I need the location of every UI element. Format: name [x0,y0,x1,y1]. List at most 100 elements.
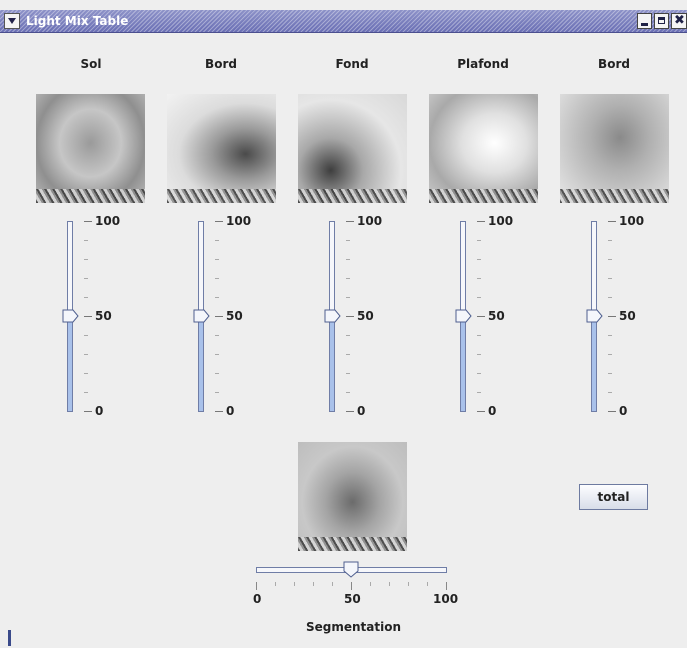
slider-thumb[interactable] [455,309,472,323]
segmentation-tick [313,582,314,586]
slider-tick [215,278,219,279]
segmentation-slider[interactable]: 0 50 100 [252,560,458,610]
slider-track-fill [592,317,596,411]
channel-image-bord [167,94,276,203]
slider-tick [608,259,612,260]
slider-label-mid: 50 [95,309,112,323]
channel-slider-bord[interactable]: 100 50 0 [193,214,288,422]
slider-tick [608,354,612,355]
slider-track-fill [68,317,72,411]
slider-label-min: 0 [95,404,104,418]
slider-tick [477,259,481,260]
segmentation-image [298,442,407,551]
slider-tick [215,411,223,412]
slider-tick [346,335,350,336]
slider-tick [215,335,219,336]
slider-tick [477,297,481,298]
slider-tick [608,411,616,412]
segmentation-label: Segmentation [305,620,402,634]
slider-tick [608,335,612,336]
slider-track-fill [461,317,465,411]
slider-tick [215,259,219,260]
channel-image-sol [36,94,145,203]
slider-tick [477,335,481,336]
slider-label-max: 100 [357,214,383,228]
channel-slider-bord-2[interactable]: 100 50 0 [586,215,681,422]
channel-slider-plafond[interactable]: 100 50 0 [455,214,550,422]
chevron-down-icon[interactable] [4,13,20,29]
slider-label-mid: 50 [226,309,243,323]
slider-tick [477,221,485,222]
slider-label-min: 0 [488,404,497,418]
slider-tick [215,392,219,393]
close-icon[interactable] [671,13,687,29]
slider-tick [346,354,350,355]
segmentation-tick [427,582,428,586]
slider-tick [84,373,88,374]
segmentation-tick [275,582,276,586]
slider-tick [477,354,481,355]
segmentation-tick [370,582,371,586]
slider-tick [346,240,350,241]
window-title: Light Mix Table [26,14,129,28]
slider-tick [608,392,612,393]
segmentation-tick [332,582,333,586]
slider-tick [346,411,354,412]
slider-tick [477,278,481,279]
slider-tick [215,221,223,222]
segmentation-tick [256,582,257,590]
slider-tick [346,278,350,279]
slider-tick [84,316,92,317]
segmentation-tick [294,582,295,586]
slider-thumb[interactable] [193,309,210,323]
slider-track-fill [330,317,334,411]
channel-slider-sol[interactable]: 100 50 0 [62,214,157,422]
slider-label-mid: 50 [619,309,636,323]
segmentation-tick [389,582,390,586]
segmentation-thumb[interactable] [343,561,359,578]
channel-image-plafond [429,94,538,203]
slider-label-min: 0 [619,404,628,418]
title-bar[interactable]: Light Mix Table [0,10,687,33]
segmentation-tick-label-0: 0 [253,592,262,606]
channel-label-fond: Fond [335,57,369,71]
slider-label-max: 100 [488,214,514,228]
slider-track-fill [199,317,203,411]
slider-tick [608,278,612,279]
slider-tick [215,354,219,355]
slider-tick [477,316,485,317]
slider-tick [477,373,481,374]
slider-tick [84,392,88,393]
slider-tick [84,259,88,260]
slider-tick [215,373,219,374]
channel-label-plafond: Plafond [457,57,509,71]
slider-tick [608,316,616,317]
slider-label-max: 100 [226,214,252,228]
segmentation-tick-label-100: 100 [433,592,459,606]
slider-tick [346,392,350,393]
slider-tick [346,221,354,222]
slider-thumb[interactable] [62,309,79,323]
slider-label-max: 100 [95,214,121,228]
slider-tick [84,354,88,355]
channel-label-bord-2: Bord [598,57,630,71]
slider-tick [346,373,350,374]
slider-tick [84,278,88,279]
channel-slider-fond[interactable]: 100 50 0 [324,214,419,422]
slider-label-min: 0 [357,404,366,418]
total-button[interactable]: total [579,484,648,510]
channel-label-sol: Sol [80,57,102,71]
maximize-icon[interactable] [654,13,669,29]
minimize-icon[interactable] [637,13,652,29]
slider-tick [346,316,354,317]
slider-label-mid: 50 [357,309,374,323]
light-mix-window: Light Mix Table Sol Bord Fond Plafond Bo… [0,0,687,648]
segmentation-tick-label-50: 50 [344,592,361,606]
segmentation-tick [446,582,447,590]
slider-thumb[interactable] [324,309,341,323]
slider-tick [346,297,350,298]
slider-tick [477,411,485,412]
slider-thumb[interactable] [586,309,603,323]
slider-tick [608,373,612,374]
slider-tick [84,240,88,241]
